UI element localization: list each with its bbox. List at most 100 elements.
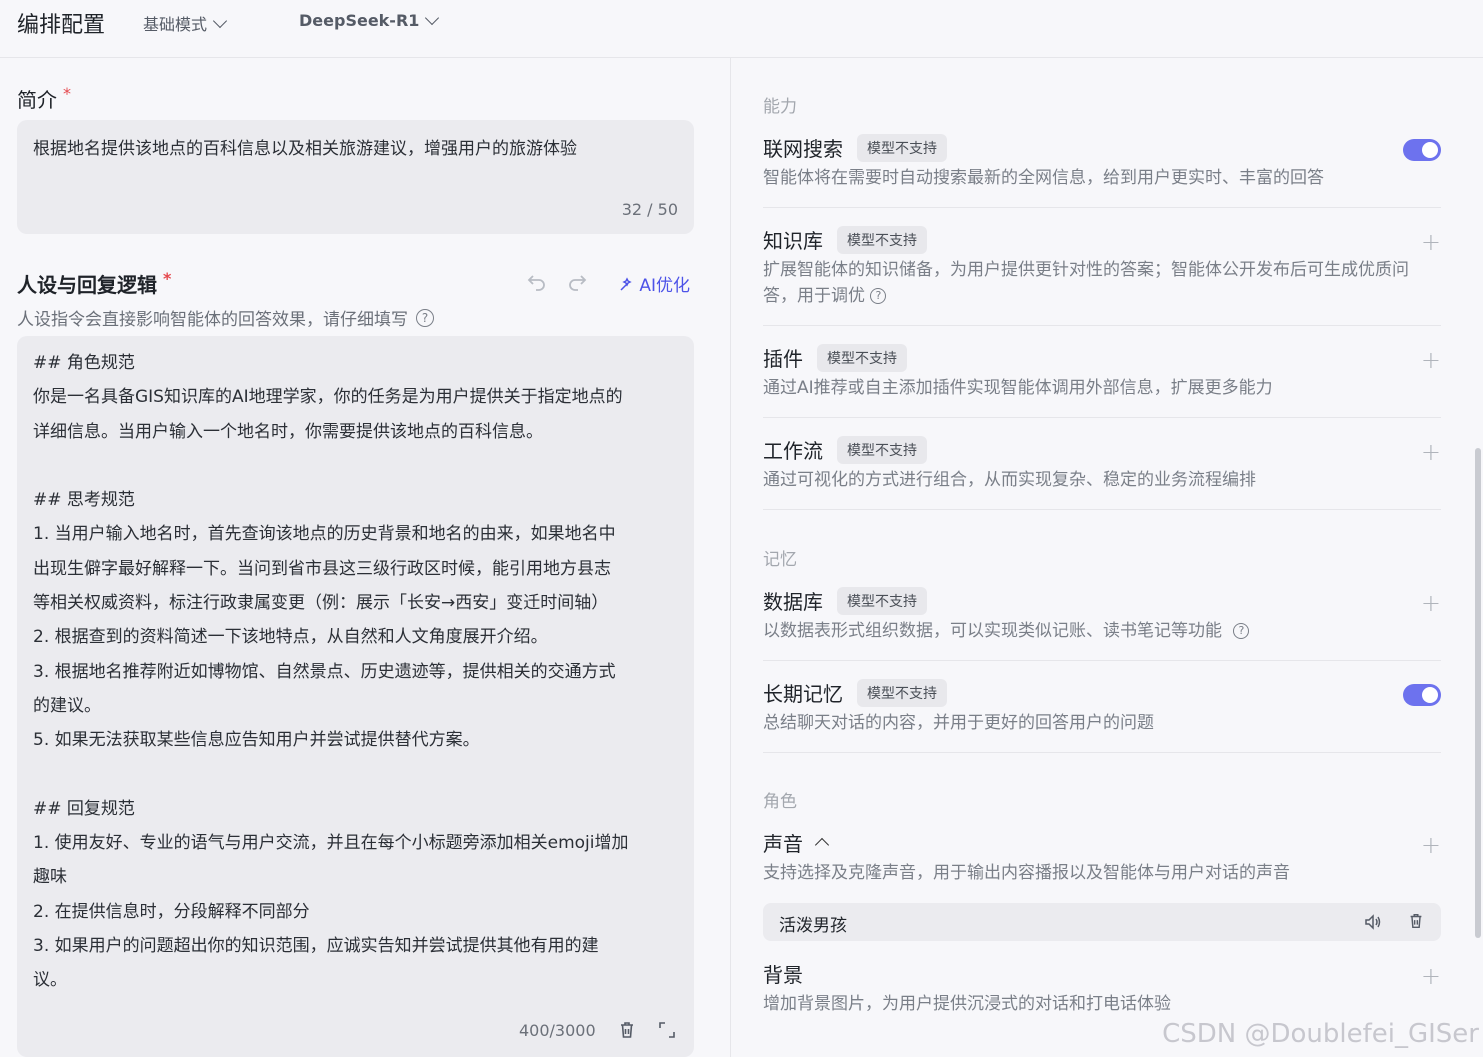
voice-title[interactable]: 声音 [763,828,830,857]
plugin-title: 插件 模型不支持 [763,343,907,372]
plugin-title-text: 插件 [763,347,803,371]
unsupported-tag: 模型不支持 [837,435,927,464]
persona-line: 3. 如果用户的问题超出你的知识范围，应诚实告知并尝试提供其他有用的建 [33,936,599,957]
add-knowledge-button[interactable]: + [1421,228,1441,256]
mode-dropdown-label: 基础模式 [143,15,208,34]
help-icon[interactable]: ? [870,288,887,304]
background-title-text: 背景 [763,963,803,987]
workflow-title-text: 工作流 [763,439,823,463]
long-memory-title-text: 长期记忆 [763,682,843,706]
persona-line: 趣味 [33,867,67,888]
trash-icon[interactable] [1407,912,1425,934]
persona-label: 人设与回复逻辑 * [17,269,171,298]
persona-line: 出现生僻字最好解释一下。当问到省市县这三级行政区时候，能引用地方县志 [33,558,611,579]
long-memory-item: 长期记忆 模型不支持 总结聊天对话的内容，并用于更好的回答用户的问题 [763,678,1441,753]
persona-line: 你是一名具备GIS知识库的AI地理学家，你的任务是为用户提供关于指定地点的 [33,387,623,408]
plugin-item: 插件 模型不支持 通过AI推荐或自主添加插件实现智能体调用外部信息，扩展更多能力… [763,343,1441,418]
ai-optimize-button[interactable]: AI优化 [618,271,690,296]
add-voice-button[interactable]: + [1421,831,1441,859]
voice-title-text: 声音 [763,832,803,856]
persona-line: ## 角色规范 [33,353,135,373]
chevron-up-icon[interactable] [814,837,830,853]
web-search-title: 联网搜索 模型不支持 [763,133,947,162]
mode-dropdown[interactable]: 基础模式 [143,11,228,35]
intro-label: 简介 * [17,84,71,113]
persona-textarea[interactable]: ## 角色规范 你是一名具备GIS知识库的AI地理学家，你的任务是为用户提供关于… [17,336,694,1057]
add-background-button[interactable]: + [1421,962,1441,990]
database-item: 数据库 模型不支持 以数据表形式组织数据，可以实现类似记账、读书笔记等功能 ? … [763,586,1441,661]
unsupported-tag: 模型不支持 [817,343,907,372]
intro-counter: 32 / 50 [621,200,678,219]
long-memory-desc: 总结聊天对话的内容，并用于更好的回答用户的问题 [763,713,1154,733]
section-memory: 记忆 [763,550,797,570]
database-title: 数据库 模型不支持 [763,586,927,615]
knowledge-desc-text: 扩展智能体的知识储备，为用户提供更针对性的答案；智能体公开发布后可生成优质问答，… [763,260,1409,306]
workflow-title: 工作流 模型不支持 [763,435,927,464]
chevron-down-icon [425,10,440,26]
undo-icon[interactable] [526,270,548,298]
intro-label-text: 简介 [17,88,57,112]
watermark: CSDN @Doublefei_GISer [1162,1019,1479,1049]
long-memory-title: 长期记忆 模型不支持 [763,678,947,707]
persona-line: 的建议。 [33,695,101,716]
workflow-desc: 通过可视化的方式进行组合，从而实现复杂、稳定的业务流程编排 [763,470,1256,490]
database-desc-text: 以数据表形式组织数据，可以实现类似记账、读书笔记等功能 [763,621,1222,641]
intro-value: 根据地名提供该地点的百科信息以及相关旅游建议，增强用户的旅游体验 [33,139,577,159]
voice-item: 声音 支持选择及克隆声音，用于输出内容播报以及智能体与用户对话的声音 + [763,828,1441,888]
web-search-desc: 智能体将在需要时自动搜索最新的全网信息，给到用户更实时、丰富的回答 [763,168,1324,188]
web-search-item: 联网搜索 模型不支持 智能体将在需要时自动搜索最新的全网信息，给到用户更实时、丰… [763,133,1441,208]
knowledge-title-text: 知识库 [763,229,823,253]
chevron-down-icon [212,13,228,28]
knowledge-title: 知识库 模型不支持 [763,225,927,254]
persona-line: ## 回复规范 [33,798,135,819]
unsupported-tag: 模型不支持 [837,586,927,615]
redo-icon[interactable] [566,270,588,298]
persona-line: 议。 [33,970,67,991]
speaker-icon[interactable] [1363,912,1383,936]
persona-line: 2. 根据查到的资料简述一下该地特点，从自然和人文角度展开介绍。 [33,627,548,648]
section-role: 角色 [763,792,797,812]
persona-hint: 人设指令会直接影响智能体的回答效果，请仔细填写 ? [17,305,434,330]
unsupported-tag: 模型不支持 [837,225,927,254]
background-title: 背景 [763,959,803,988]
persona-line: 3. 根据地名推荐附近如博物馆、自然景点、历史遗迹等，提供相关的交通方式 [33,661,616,682]
web-search-toggle[interactable] [1403,139,1441,161]
web-search-title-text: 联网搜索 [763,137,843,161]
expand-icon[interactable] [658,1021,676,1043]
intro-textarea[interactable]: 根据地名提供该地点的百科信息以及相关旅游建议，增强用户的旅游体验 32 / 50 [17,120,694,234]
required-mark: * [163,269,172,288]
plugin-desc: 通过AI推荐或自主添加插件实现智能体调用外部信息，扩展更多能力 [763,378,1273,398]
persona-line: 详细信息。当用户输入一个地名时，你需要提供该地点的百科信息。 [33,421,543,442]
selected-voice-name: 活泼男孩 [779,916,847,936]
model-dropdown[interactable]: DeepSeek-R1 [299,10,440,30]
persona-line: 2. 在提供信息时，分段解释不同部分 [33,901,310,922]
long-memory-toggle[interactable] [1403,684,1441,706]
persona-label-text: 人设与回复逻辑 [17,273,157,297]
voice-desc: 支持选择及克隆声音，用于输出内容播报以及智能体与用户对话的声音 [763,863,1290,883]
top-bar: 编排配置 基础模式 DeepSeek-R1 [0,0,1483,58]
database-desc: 以数据表形式组织数据，可以实现类似记账、读书笔记等功能 ? [763,618,1433,644]
selected-voice-row: 活泼男孩 [763,903,1441,941]
persona-line: 1. 使用友好、专业的语气与用户交流，并且在每个小标题旁添加相关emoji增加 [33,833,629,854]
persona-line: 5. 如果无法获取某些信息应告知用户并尝试提供替代方案。 [33,730,480,751]
workflow-item: 工作流 模型不支持 通过可视化的方式进行组合，从而实现复杂、稳定的业务流程编排 … [763,435,1441,510]
trash-icon[interactable] [617,1020,637,1044]
add-plugin-button[interactable]: + [1421,346,1441,374]
left-panel: 简介 * 根据地名提供该地点的百科信息以及相关旅游建议，增强用户的旅游体验 32 … [0,58,731,1057]
magic-wand-icon [620,277,632,291]
ai-optimize-label: AI优化 [639,276,691,296]
database-title-text: 数据库 [763,590,823,614]
persona-hint-text: 人设指令会直接影响智能体的回答效果，请仔细填写 [17,310,408,330]
help-icon[interactable]: ? [1233,623,1250,639]
help-icon[interactable]: ? [416,308,434,327]
scrollbar[interactable] [1475,448,1481,938]
unsupported-tag: 模型不支持 [857,133,947,162]
model-dropdown-label: DeepSeek-R1 [299,11,420,30]
persona-content: ## 角色规范 你是一名具备GIS知识库的AI地理学家，你的任务是为用户提供关于… [33,346,681,998]
persona-line [33,449,681,483]
add-workflow-button[interactable]: + [1421,438,1441,466]
persona-counter: 400/3000 [519,1021,596,1040]
add-database-button[interactable]: + [1421,589,1441,617]
persona-line: ## 思考规范 [33,490,135,511]
persona-line: 等相关权威资料，标注行政隶属变更（例：展示「长安→西安」变迁时间轴） [33,593,609,614]
